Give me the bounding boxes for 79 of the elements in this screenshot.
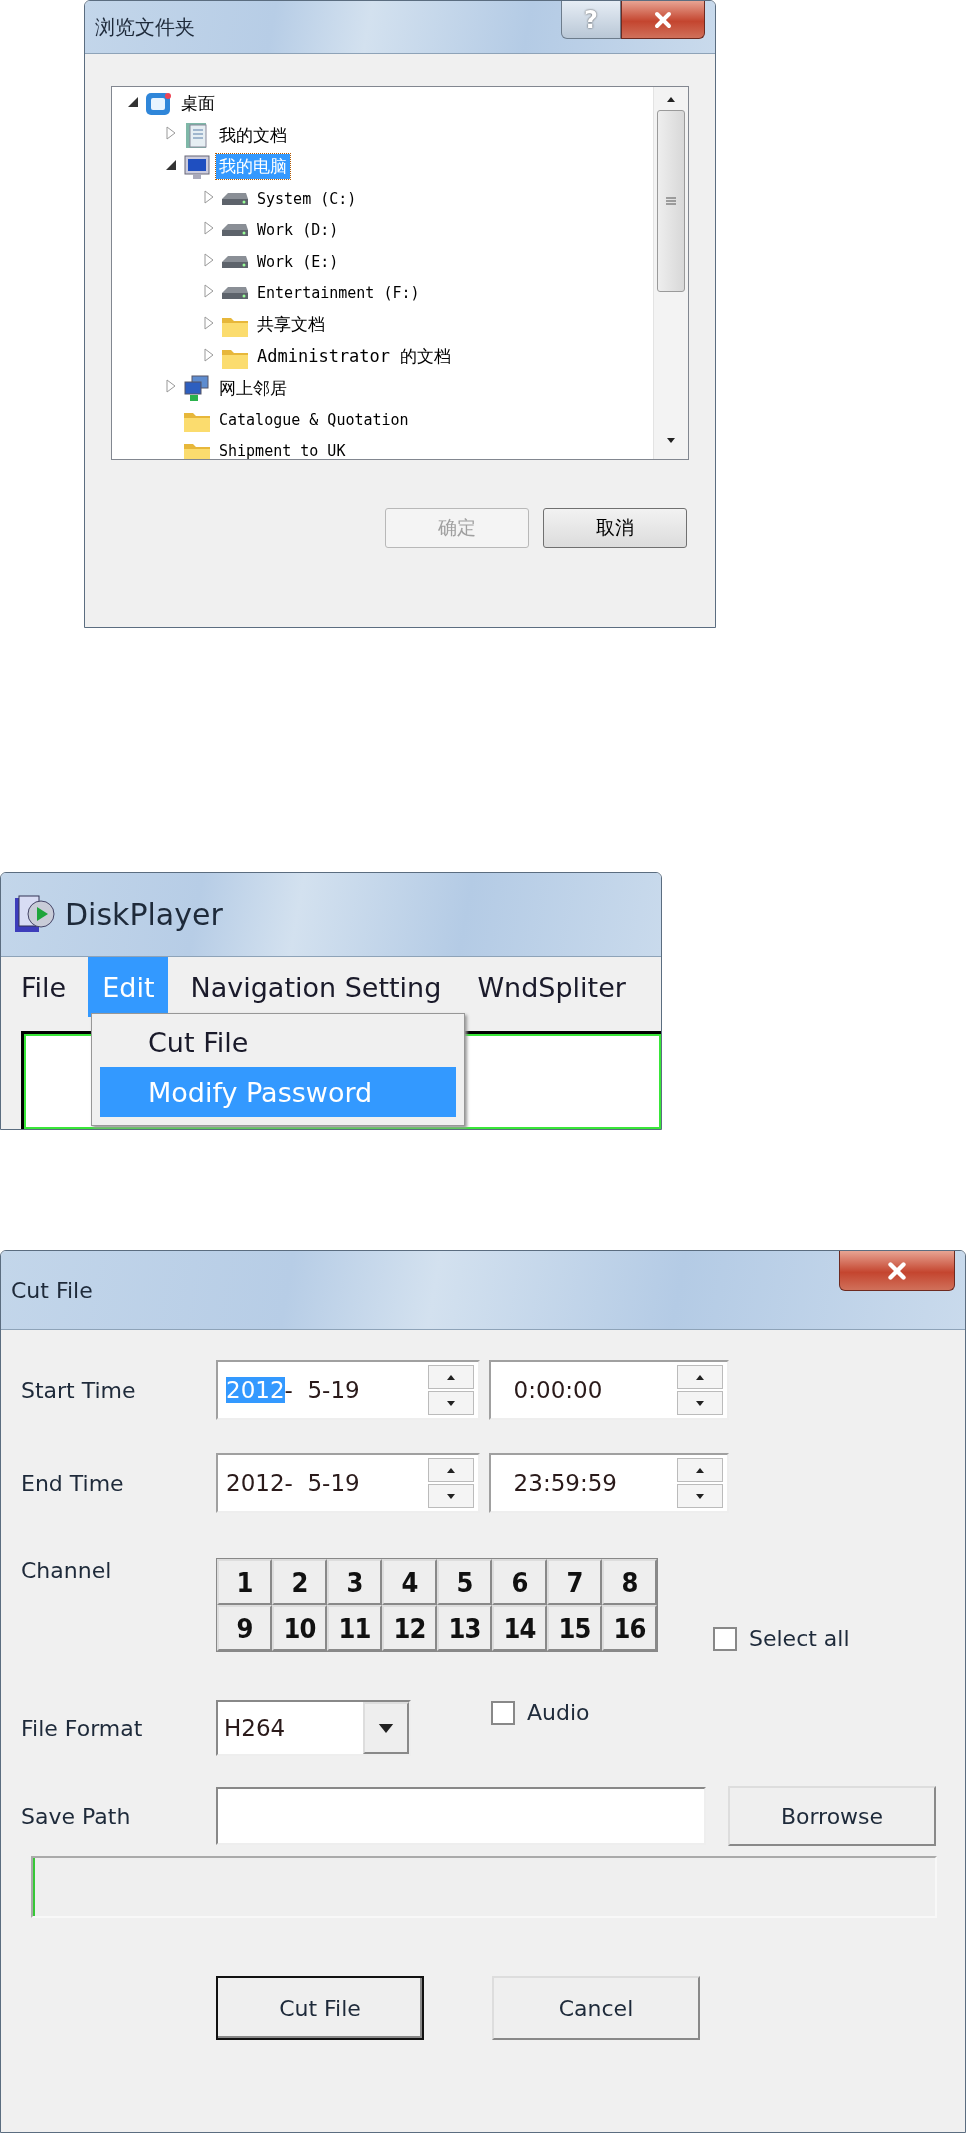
channel-button[interactable]: 12 bbox=[382, 1605, 437, 1651]
date-field[interactable]: 2012- 5-19 bbox=[216, 1453, 480, 1513]
date-field[interactable]: 2012- 5-19 bbox=[216, 1360, 480, 1420]
down-arrow-icon bbox=[447, 1400, 455, 1406]
channel-button[interactable]: 9 bbox=[217, 1605, 272, 1651]
scrollbar[interactable] bbox=[653, 87, 688, 459]
spin-down-button[interactable] bbox=[428, 1391, 474, 1415]
channel-button[interactable]: 8 bbox=[602, 1559, 657, 1605]
menu-item[interactable]: Cut File bbox=[100, 1017, 456, 1067]
grip-icon bbox=[665, 196, 677, 206]
down-arrow-icon bbox=[667, 438, 675, 443]
down-arrow-icon bbox=[378, 1723, 394, 1733]
tree-item[interactable]: Work (D:) bbox=[254, 220, 342, 241]
tree-item[interactable]: 我的文档 bbox=[216, 122, 290, 148]
tree-item[interactable]: Administrator 的文档 bbox=[254, 344, 455, 370]
window-title: DiskPlayer bbox=[65, 897, 223, 932]
monitor-icon bbox=[182, 153, 212, 181]
down-arrow-icon bbox=[696, 1400, 704, 1406]
channel-button[interactable]: 10 bbox=[272, 1605, 327, 1651]
channel-button[interactable]: 2 bbox=[272, 1559, 327, 1605]
up-arrow-icon bbox=[447, 1467, 455, 1473]
up-arrow-icon bbox=[696, 1467, 704, 1473]
up-arrow-icon bbox=[667, 97, 675, 102]
field-label: End Time bbox=[21, 1470, 125, 1496]
down-arrow-icon bbox=[447, 1493, 455, 1499]
spin-up-button[interactable] bbox=[428, 1365, 474, 1389]
down-arrow-icon bbox=[696, 1493, 704, 1499]
channel-button[interactable]: 16 bbox=[602, 1605, 657, 1651]
tree-item[interactable]: 桌面 bbox=[178, 91, 218, 117]
up-arrow-icon bbox=[447, 1374, 455, 1380]
dialog-button[interactable]: Cut File bbox=[216, 1976, 424, 2040]
menu-item[interactable]: Navigation Setting bbox=[176, 957, 456, 1017]
field-label: Save Path bbox=[21, 1803, 132, 1829]
tree-item[interactable]: 网上邻居 bbox=[216, 375, 290, 401]
window-title: 浏览文件夹 bbox=[95, 13, 195, 41]
spin-down-button[interactable] bbox=[428, 1484, 474, 1508]
network-icon bbox=[182, 374, 212, 403]
time-field[interactable]: 0:00:00 bbox=[489, 1360, 729, 1420]
triangle-icon[interactable] bbox=[164, 158, 178, 172]
channel-button[interactable]: 5 bbox=[437, 1559, 492, 1605]
tree-item[interactable]: Catalogue & Quotation bbox=[216, 409, 412, 430]
spin-down-button[interactable] bbox=[677, 1391, 723, 1415]
tree-item[interactable]: Work (E:) bbox=[254, 251, 342, 272]
time-field[interactable]: 23:59:59 bbox=[489, 1453, 729, 1513]
browse-button[interactable]: Borrowse bbox=[728, 1786, 936, 1846]
channel-button[interactable]: 14 bbox=[492, 1605, 547, 1651]
tree-item[interactable]: Shipment to UK bbox=[216, 441, 349, 459]
dialog-button[interactable]: 取消 bbox=[543, 508, 687, 548]
audio-checkbox[interactable]: Audio bbox=[491, 1700, 590, 1725]
spin-down-button[interactable] bbox=[677, 1484, 723, 1508]
format-dropdown[interactable]: H264 bbox=[216, 1700, 411, 1756]
channel-button[interactable]: 1 bbox=[217, 1559, 272, 1605]
tree-item[interactable]: Entertainment (F:) bbox=[254, 283, 423, 304]
channel-button[interactable]: 4 bbox=[382, 1559, 437, 1605]
close-button[interactable] bbox=[621, 1, 705, 39]
field-label: Channel bbox=[21, 1558, 113, 1583]
path-field[interactable] bbox=[216, 1787, 706, 1845]
select-all-checkbox[interactable]: Select all bbox=[713, 1626, 850, 1651]
tree-item[interactable]: 共享文档 bbox=[254, 312, 328, 338]
spin-up-button[interactable] bbox=[428, 1458, 474, 1482]
dropdown-button[interactable] bbox=[363, 1702, 409, 1754]
spin-up-button[interactable] bbox=[677, 1458, 723, 1482]
close-button[interactable] bbox=[839, 1251, 955, 1291]
field-label: File Format bbox=[21, 1715, 144, 1741]
channel-button[interactable]: 13 bbox=[437, 1605, 492, 1651]
scroll-thumb[interactable] bbox=[657, 110, 685, 292]
channel-button[interactable]: 3 bbox=[327, 1559, 382, 1605]
channel-button[interactable]: 11 bbox=[327, 1605, 382, 1651]
up-arrow-icon bbox=[696, 1374, 704, 1380]
dialog-button[interactable]: Cancel bbox=[492, 1976, 700, 2040]
menu-item[interactable]: WndSpliter bbox=[463, 957, 640, 1017]
channel-button[interactable]: 6 bbox=[492, 1559, 547, 1605]
menu-item[interactable]: File bbox=[7, 957, 81, 1017]
tree-item[interactable]: System (C:) bbox=[254, 188, 360, 209]
channel-button[interactable]: 15 bbox=[547, 1605, 602, 1651]
channel-button[interactable]: 7 bbox=[547, 1559, 602, 1605]
field-label: Start Time bbox=[21, 1377, 137, 1403]
spin-up-button[interactable] bbox=[677, 1365, 723, 1389]
window-title: Cut File bbox=[11, 1277, 93, 1303]
